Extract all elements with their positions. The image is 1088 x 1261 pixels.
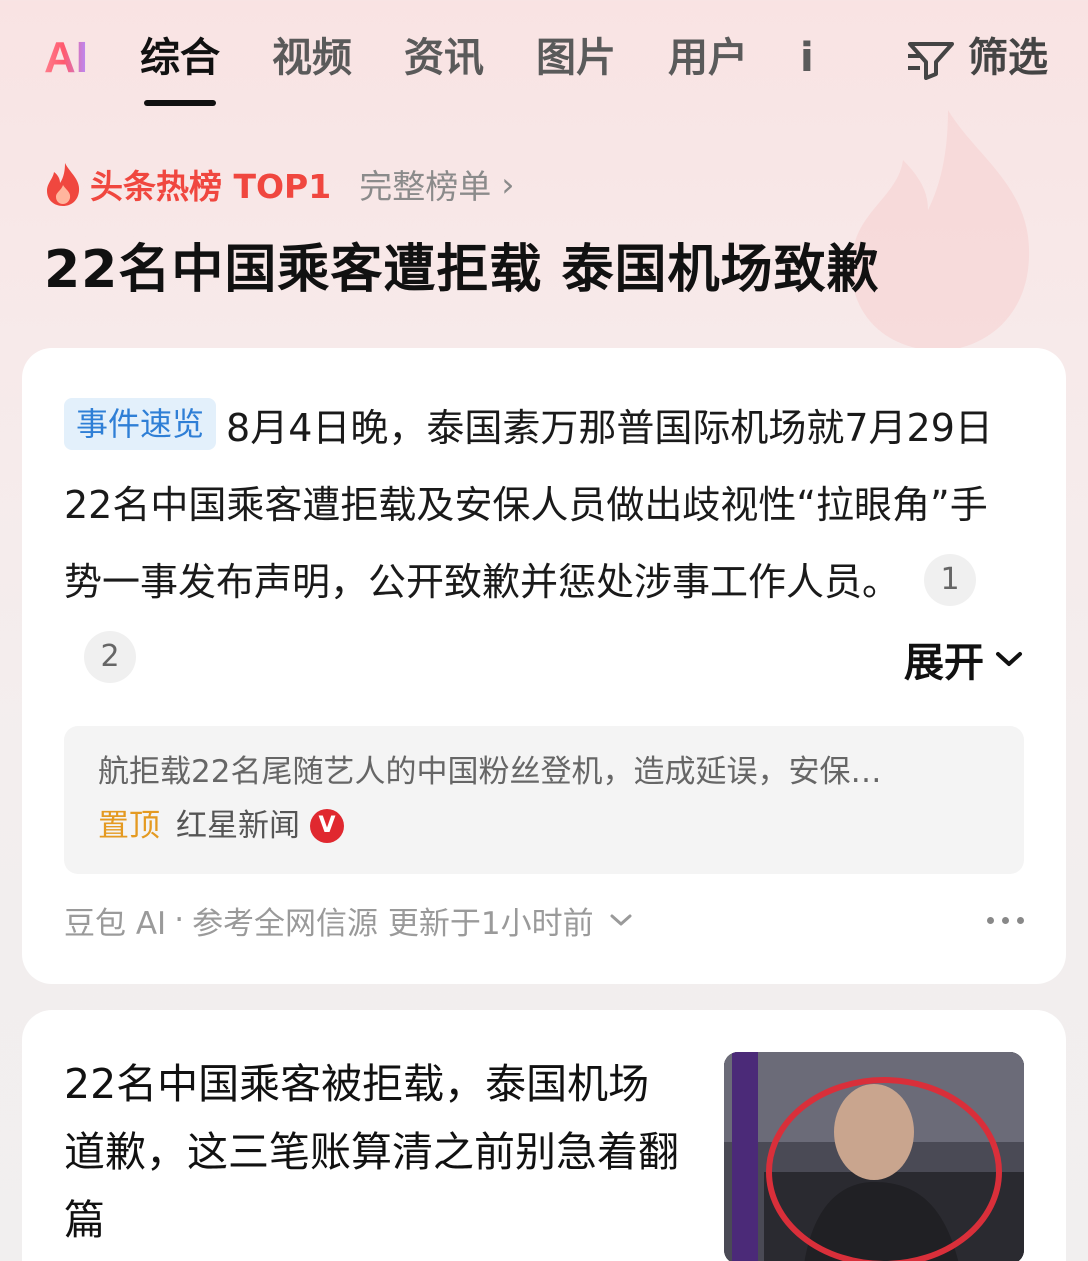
thumbnail-image bbox=[724, 1052, 1024, 1261]
summary-text-block: 事件速览 8月4日晚，泰国素万那普国际机场就7月29日22名中国乘客遭拒载及安保人… bbox=[64, 390, 1024, 698]
pinned-label: 置顶 bbox=[98, 808, 160, 844]
article-thumbnail[interactable] bbox=[724, 1052, 1024, 1261]
full-list-link[interactable]: 完整榜单 bbox=[359, 160, 491, 208]
article-card[interactable]: 22名中国乘客被拒载，泰国机场道歉，这三笔账算清之前别急着翻篇 bbox=[22, 1010, 1066, 1261]
tab-overflow[interactable]: i bbox=[800, 28, 814, 88]
citation-1[interactable]: 1 bbox=[924, 554, 977, 606]
search-tab-bar: AI 综合 视频 资讯 图片 用户 i 筛选 bbox=[44, 28, 1048, 108]
separator-dot: · bbox=[174, 902, 185, 938]
more-icon[interactable] bbox=[987, 916, 1024, 924]
source-snippet-box[interactable]: 航拒载22名尾随艺人的中国粉丝登机，造成延误，安保… 置顶 红星新闻 V bbox=[64, 726, 1024, 874]
chevron-down-icon bbox=[996, 652, 1022, 666]
summary-footer: 豆包 AI · 参考全网信源 更新于1小时前 bbox=[64, 894, 1024, 946]
filter-icon bbox=[908, 42, 954, 80]
publisher-name: 红星新闻 bbox=[176, 808, 300, 844]
article-title[interactable]: 22名中国乘客被拒载，泰国机场道歉，这三笔账算清之前别急着翻篇 bbox=[64, 1050, 684, 1254]
tab-news[interactable]: 资讯 bbox=[404, 28, 484, 88]
tab-general[interactable]: 综合 bbox=[140, 28, 220, 88]
filter-label: 筛选 bbox=[968, 35, 1048, 81]
flame-icon bbox=[47, 163, 80, 206]
tab-video[interactable]: 视频 bbox=[272, 28, 352, 88]
reference-update-label[interactable]: 参考全网信源 更新于1小时前 bbox=[192, 898, 594, 943]
hot-rank-label: 头条热榜 TOP1 bbox=[90, 167, 332, 206]
tab-images[interactable]: 图片 bbox=[536, 28, 616, 88]
citation-2[interactable]: 2 bbox=[84, 631, 136, 683]
ai-source-label: 豆包 AI bbox=[64, 905, 167, 942]
decorative-flame-icon bbox=[851, 110, 1030, 351]
chevron-down-icon[interactable] bbox=[608, 911, 634, 929]
source-snippet: 航拒载22名尾随艺人的中国粉丝登机，造成延误，安保… bbox=[98, 754, 882, 790]
expand-button[interactable]: 展开 bbox=[904, 630, 1024, 688]
filter-button[interactable]: 筛选 bbox=[906, 28, 1048, 88]
tab-ai[interactable]: AI bbox=[44, 28, 88, 88]
event-overview-tag: 事件速览 bbox=[64, 398, 217, 450]
expand-label: 展开 bbox=[904, 640, 984, 686]
ai-summary-card: 事件速览 8月4日晚，泰国素万那普国际机场就7月29日22名中国乘客遭拒载及安保人… bbox=[22, 348, 1066, 984]
tab-users[interactable]: 用户 bbox=[668, 28, 748, 88]
hot-rank-bar: 头条热榜 TOP1 完整榜单 › bbox=[44, 158, 514, 210]
chevron-right-icon[interactable]: › bbox=[501, 165, 514, 204]
verified-icon: V bbox=[310, 809, 344, 843]
hot-topic-headline[interactable]: 22名中国乘客遭拒载 泰国机场致歉 bbox=[44, 232, 879, 308]
